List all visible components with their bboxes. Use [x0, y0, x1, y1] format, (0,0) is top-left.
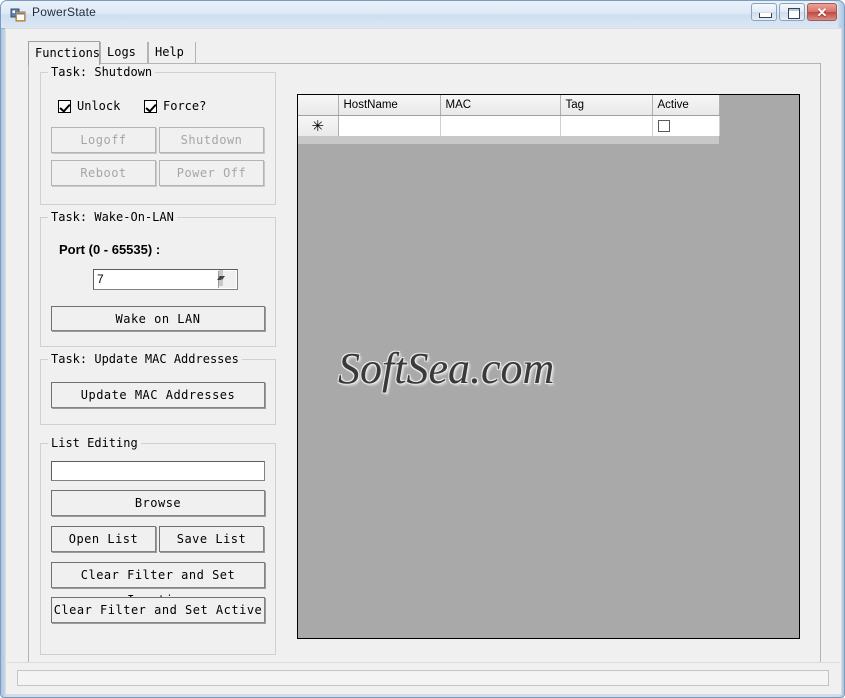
client-area: Functions Logs Help Task: Shutdown Unloc… [5, 28, 842, 695]
maximize-button[interactable] [779, 3, 805, 21]
logoff-button[interactable]: Logoff [51, 127, 156, 153]
status-bar [7, 662, 840, 693]
close-button[interactable]: ✕ [807, 3, 837, 21]
checkbox-force-label: Force? [163, 99, 207, 113]
grid-column-active[interactable]: Active [652, 95, 720, 116]
checkbox-unlock-box[interactable] [58, 100, 71, 113]
tab-functions[interactable]: Functions [28, 41, 100, 65]
host-list-grid-panel[interactable]: HostName MAC Tag Active ✳ SoftSea.com [297, 94, 800, 639]
port-spinner[interactable] [217, 270, 236, 288]
port-input-value: 7 [97, 272, 104, 286]
shutdown-button[interactable]: Shutdown [159, 127, 264, 153]
group-list-editing: List Editing Browse Open List Save List … [40, 436, 276, 655]
title-bar[interactable]: PowerState ✕ [1, 1, 838, 29]
clear-filter-set-active-button[interactable]: Clear Filter and Set Active [51, 597, 265, 623]
group-wol-title: Task: Wake-On-LAN [48, 210, 177, 224]
port-spinner-down[interactable] [219, 270, 225, 286]
checkbox-force-box[interactable] [144, 100, 157, 113]
grid-row-header-corner [298, 95, 339, 116]
reboot-button[interactable]: Reboot [51, 160, 156, 186]
maximize-icon [788, 8, 800, 19]
wake-on-lan-button[interactable]: Wake on LAN [51, 306, 265, 331]
save-list-button[interactable]: Save List [159, 526, 264, 552]
grid-cell-mac[interactable] [440, 115, 561, 139]
open-list-button[interactable]: Open List [51, 526, 156, 552]
asterisk-icon: ✳ [311, 117, 325, 135]
application-window: PowerState ✕ Functions Logs Help Task: S… [0, 0, 845, 698]
group-shutdown-title: Task: Shutdown [48, 65, 156, 79]
table-row[interactable]: ✳ [298, 115, 720, 139]
grid-new-row-indicator: ✳ [298, 115, 339, 139]
group-list-editing-title: List Editing [48, 436, 141, 450]
group-update-mac-title: Task: Update MAC Addresses [48, 352, 242, 366]
window-title: PowerState [32, 5, 97, 19]
grid-column-tag[interactable]: Tag [560, 95, 653, 116]
browse-button[interactable]: Browse [51, 490, 265, 516]
grid-cell-active-checkbox[interactable] [657, 120, 670, 133]
tab-strip: Functions Logs Help [28, 41, 821, 65]
status-text [17, 670, 829, 686]
clear-filter-set-inactive-button[interactable]: Clear Filter and Set Inactive [51, 562, 265, 607]
group-wake-on-lan: Task: Wake-On-LAN Port (0 - 65535) : 7 W… [40, 210, 276, 347]
grid-filler-strip [298, 136, 720, 144]
port-input[interactable]: 7 [93, 269, 238, 290]
group-update-mac: Task: Update MAC Addresses Update MAC Ad… [40, 352, 276, 425]
update-mac-addresses-button[interactable]: Update MAC Addresses [51, 382, 265, 408]
app-form-icon [10, 8, 26, 22]
grid-cell-tag[interactable] [560, 115, 653, 139]
grid-column-hostname[interactable]: HostName [338, 95, 441, 116]
power-off-button[interactable]: Power Off [159, 160, 264, 186]
grid-cell-hostname[interactable] [338, 115, 441, 139]
chevron-down-icon [219, 276, 225, 280]
tab-logs[interactable]: Logs [100, 42, 148, 64]
close-icon: ✕ [816, 5, 828, 20]
grid-cell-active[interactable] [652, 115, 720, 139]
host-list-grid[interactable]: HostName MAC Tag Active ✳ [298, 95, 720, 139]
port-label: Port (0 - 65535) : [59, 242, 161, 257]
group-shutdown: Task: Shutdown Unlock Force? Logoff Shut… [40, 65, 276, 205]
minimize-button[interactable] [751, 3, 777, 21]
tab-page-functions: Task: Shutdown Unlock Force? Logoff Shut… [28, 63, 821, 678]
checkbox-unlock-label: Unlock [77, 99, 121, 113]
tab-help[interactable]: Help [148, 42, 196, 64]
grid-header-row: HostName MAC Tag Active [298, 95, 720, 116]
grid-column-mac[interactable]: MAC [440, 95, 561, 116]
watermark-softsea: SoftSea.com [338, 344, 555, 393]
minimize-icon [759, 13, 772, 18]
list-path-input[interactable] [51, 461, 265, 481]
